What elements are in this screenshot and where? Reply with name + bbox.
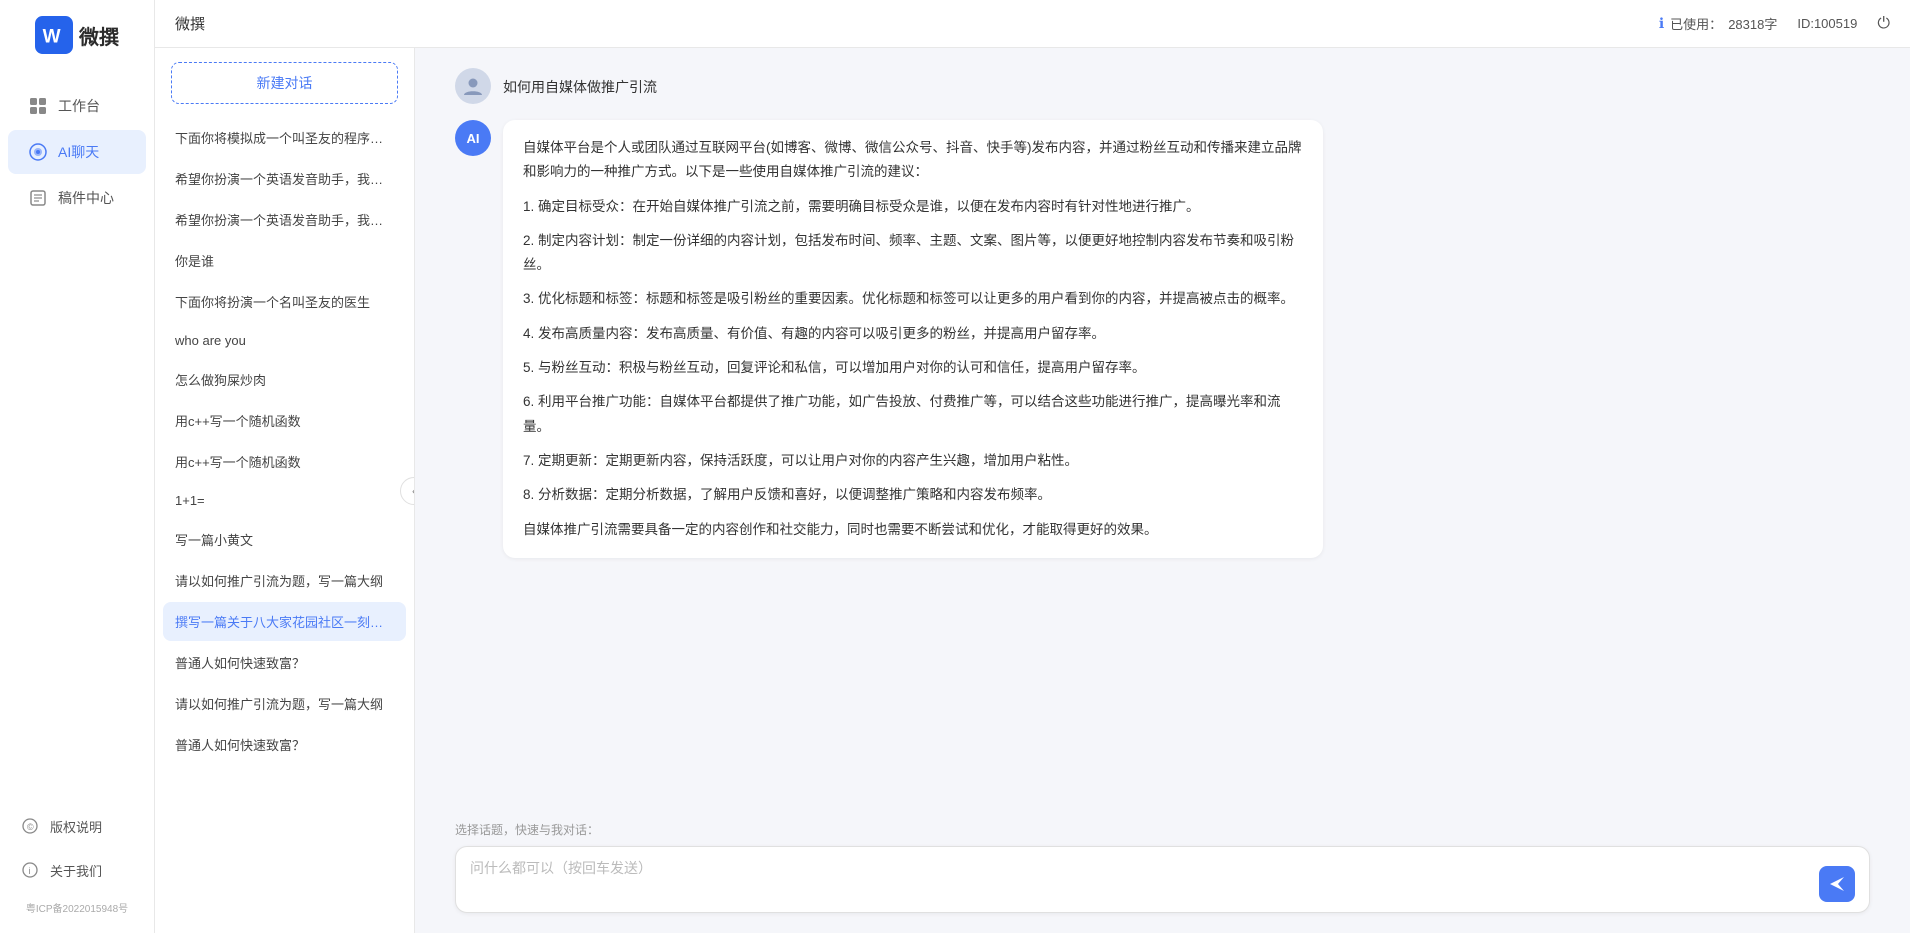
logo-icon: W (35, 16, 73, 54)
conv-item-1[interactable]: 下面你将模拟成一个叫圣友的程序员，我说... (163, 118, 406, 157)
conv-item-9[interactable]: 用c++写一个随机函数 (163, 442, 406, 481)
sidebar: W 微撰 工作台 AI聊天 (0, 0, 155, 933)
about-label: 关于我们 (50, 861, 102, 880)
chat-input[interactable] (470, 857, 1809, 902)
header-right: ℹ 已使用： 28318字 ID:100519 ⏻ (1659, 14, 1890, 33)
conv-item-10[interactable]: 1+1= (163, 483, 406, 518)
conv-item-3[interactable]: 希望你扮演一个英语发音助手，我提供给你... (163, 200, 406, 239)
conv-item-16[interactable]: 普通人如何快速致富？ (163, 725, 406, 764)
user-message-text: 如何用自媒体做推广引流 (503, 68, 657, 98)
top-header: 微撰 ℹ 已使用： 28318字 ID:100519 ⏻ (155, 0, 1910, 48)
content-wrapper: 新建对话 下面你将模拟成一个叫圣友的程序员，我说... 希望你扮演一个英语发音助… (155, 48, 1910, 933)
ai-para-3: 3. 优化标题和标签：标题和标签是吸引粉丝的重要因素。优化标题和标签可以让更多的… (523, 287, 1303, 311)
ai-message: AI 自媒体平台是个人或团队通过互联网平台(如博客、微博、微信公众号、抖音、快手… (455, 120, 1870, 558)
ai-para-8: 8. 分析数据：定期分析数据，了解用户反馈和喜好，以便调整推广策略和内容发布频率… (523, 483, 1303, 507)
new-conversation-button[interactable]: 新建对话 (171, 62, 398, 104)
ai-para-1: 1. 确定目标受众：在开始自媒体推广引流之前，需要明确目标受众是谁，以便在发布内… (523, 195, 1303, 219)
nav-items: 工作台 AI聊天 稿件中心 (0, 82, 154, 806)
ai-para-0: 自媒体平台是个人或团队通过互联网平台(如博客、微博、微信公众号、抖音、快手等)发… (523, 136, 1303, 185)
usage-icon: ℹ (1659, 15, 1664, 32)
conversation-panel: 新建对话 下面你将模拟成一个叫圣友的程序员，我说... 希望你扮演一个英语发音助… (155, 48, 415, 933)
user-id: ID:100519 (1797, 16, 1857, 31)
conv-item-6[interactable]: who are you (163, 323, 406, 358)
usage-label: 已使用： (1670, 14, 1722, 33)
icp-text: 粤ICP备2022015948号 (8, 894, 146, 921)
conv-item-15[interactable]: 请以如何推广引流为题，写一篇大纲 (163, 684, 406, 723)
sidebar-item-copyright[interactable]: © 版权说明 (8, 806, 146, 846)
sidebar-item-workbench[interactable]: 工作台 (8, 84, 146, 128)
conv-item-4[interactable]: 你是谁 (163, 241, 406, 280)
user-avatar (455, 68, 491, 104)
input-box (455, 846, 1870, 913)
copyright-icon: © (20, 816, 40, 836)
header-title: 微撰 (175, 13, 205, 34)
usage-value: 28318字 (1728, 14, 1777, 33)
svg-text:W: W (43, 27, 61, 48)
conv-item-2[interactable]: 希望你扮演一个英语发音助手，我提供给你... (163, 159, 406, 198)
ai-chat-icon (28, 142, 48, 162)
sidebar-item-about[interactable]: i 关于我们 (8, 850, 146, 890)
sidebar-item-ai-chat[interactable]: AI聊天 (8, 130, 146, 174)
workbench-icon (28, 96, 48, 116)
sidebar-item-drafts[interactable]: 稿件中心 (8, 176, 146, 220)
svg-text:i: i (29, 866, 31, 876)
ai-para-9: 自媒体推广引流需要具备一定的内容创作和社交能力，同时也需要不断尝试和优化，才能取… (523, 518, 1303, 542)
ai-avatar: AI (455, 120, 491, 156)
conv-item-14[interactable]: 普通人如何快速致富？ (163, 643, 406, 682)
ai-para-4: 4. 发布高质量内容：发布高质量、有价值、有趣的内容可以吸引更多的粉丝，并提高用… (523, 322, 1303, 346)
quick-select-label: 选择话题，快速与我对话： (455, 821, 1870, 838)
chat-input-area: 选择话题，快速与我对话： (415, 809, 1910, 933)
send-icon (1828, 875, 1846, 893)
conv-item-12[interactable]: 请以如何推广引流为题，写一篇大纲 (163, 561, 406, 600)
workbench-label: 工作台 (58, 96, 100, 116)
logout-button[interactable]: ⏻ (1877, 15, 1890, 33)
message-group-1: 如何用自媒体做推广引流 AI 自媒体平台是个人或团队通过互联网平台(如博客、微博… (455, 68, 1870, 558)
ai-para-6: 6. 利用平台推广功能：自媒体平台都提供了推广功能，如广告投放、付费推广等，可以… (523, 390, 1303, 439)
conv-item-5[interactable]: 下面你将扮演一个名叫圣友的医生 (163, 282, 406, 321)
ai-chat-label: AI聊天 (58, 142, 99, 162)
usage-info: ℹ 已使用： 28318字 (1659, 14, 1778, 33)
about-icon: i (20, 860, 40, 880)
conv-item-7[interactable]: 怎么做狗屎炒肉 (163, 360, 406, 399)
chat-area: 如何用自媒体做推广引流 AI 自媒体平台是个人或团队通过互联网平台(如博客、微博… (415, 48, 1910, 933)
drafts-label: 稿件中心 (58, 188, 114, 208)
sidebar-bottom: © 版权说明 i 关于我们 粤ICP备2022015948号 (0, 806, 154, 921)
conversation-list: 下面你将模拟成一个叫圣友的程序员，我说... 希望你扮演一个英语发音助手，我提供… (155, 114, 414, 933)
user-message: 如何用自媒体做推广引流 (455, 68, 1870, 104)
conv-item-8[interactable]: 用c++写一个随机函数 (163, 401, 406, 440)
chat-messages: 如何用自媒体做推广引流 AI 自媒体平台是个人或团队通过互联网平台(如博客、微博… (415, 48, 1910, 809)
ai-para-2: 2. 制定内容计划：制定一份详细的内容计划，包括发布时间、频率、主题、文案、图片… (523, 229, 1303, 278)
main: 微撰 ℹ 已使用： 28318字 ID:100519 ⏻ 新建对话 下面你将模拟… (155, 0, 1910, 933)
app-name: 微撰 (79, 21, 119, 50)
svg-text:©: © (27, 822, 34, 832)
ai-para-5: 5. 与粉丝互动：积极与粉丝互动，回复评论和私信，可以增加用户对你的认可和信任，… (523, 356, 1303, 380)
conv-item-11[interactable]: 写一篇小黄文 (163, 520, 406, 559)
drafts-icon (28, 188, 48, 208)
copyright-label: 版权说明 (50, 817, 102, 836)
send-button[interactable] (1819, 866, 1855, 902)
ai-message-content: 自媒体平台是个人或团队通过互联网平台(如博客、微博、微信公众号、抖音、快手等)发… (503, 120, 1323, 558)
ai-para-7: 7. 定期更新：定期更新内容，保持活跃度，可以让用户对你的内容产生兴趣，增加用户… (523, 449, 1303, 473)
conv-item-13[interactable]: 撰写一篇关于八大家花园社区一刻钟便民生... (163, 602, 406, 641)
logo-area: W 微撰 (23, 16, 131, 54)
